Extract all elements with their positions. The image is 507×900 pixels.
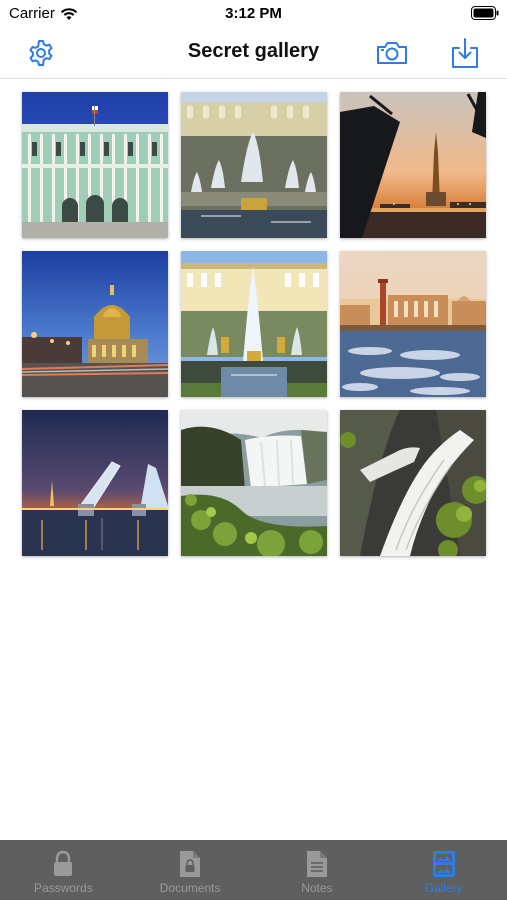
app-screen: Carrier 3:12 PM Secret gallery Passwords…: [0, 0, 507, 900]
photo-cathedral-dome-night: [22, 251, 168, 397]
photo-palace-facade: [22, 92, 168, 238]
status-bar: Carrier 3:12 PM: [0, 0, 507, 28]
note-icon: [306, 851, 327, 877]
tab-gallery-label: Gallery: [424, 881, 463, 895]
nav-bar: Secret gallery: [0, 28, 507, 79]
tab-documents-label: Documents: [159, 881, 221, 895]
tab-bar: Passwords Documents Notes Gallery: [0, 840, 507, 900]
status-time: 3:12 PM: [225, 5, 282, 22]
photo-thumbnail[interactable]: [22, 251, 168, 397]
import-button[interactable]: [448, 36, 482, 70]
tab-passwords-label: Passwords: [34, 881, 93, 895]
tab-notes-label: Notes: [301, 881, 333, 895]
photo-drawbridge-cathedral-sunset: [340, 92, 486, 238]
camera-icon: [377, 42, 407, 64]
photo-waterfall-green: [181, 410, 327, 556]
lock-icon: [54, 850, 73, 876]
photo-waterfall-bw: [340, 410, 486, 556]
photo-thumbnail[interactable]: [22, 92, 168, 238]
document-lock-icon: [180, 851, 201, 877]
photo-thumbnail[interactable]: [340, 410, 486, 556]
battery-icon: [471, 6, 499, 20]
photo-palace-fountains: [181, 92, 327, 238]
photo-rostral-column-winter: [340, 251, 486, 397]
photo-drawbridge-night: [22, 410, 168, 556]
import-download-icon: [452, 38, 478, 68]
photo-thumbnail[interactable]: [181, 92, 327, 238]
photo-thumbnail[interactable]: [340, 92, 486, 238]
tab-gallery[interactable]: Gallery: [380, 840, 507, 900]
page-title: Secret gallery: [187, 40, 320, 62]
photo-grand-cascade-fountain: [181, 251, 327, 397]
camera-button[interactable]: [375, 36, 409, 70]
photo-thumbnail[interactable]: [181, 410, 327, 556]
photo-thumbnail[interactable]: [181, 251, 327, 397]
tab-notes[interactable]: Notes: [254, 840, 381, 900]
gallery-icon: [432, 851, 455, 877]
tab-documents[interactable]: Documents: [127, 840, 254, 900]
photo-thumbnail[interactable]: [340, 251, 486, 397]
tab-passwords[interactable]: Passwords: [0, 840, 127, 900]
photo-thumbnail[interactable]: [22, 410, 168, 556]
photo-grid: [22, 92, 488, 556]
